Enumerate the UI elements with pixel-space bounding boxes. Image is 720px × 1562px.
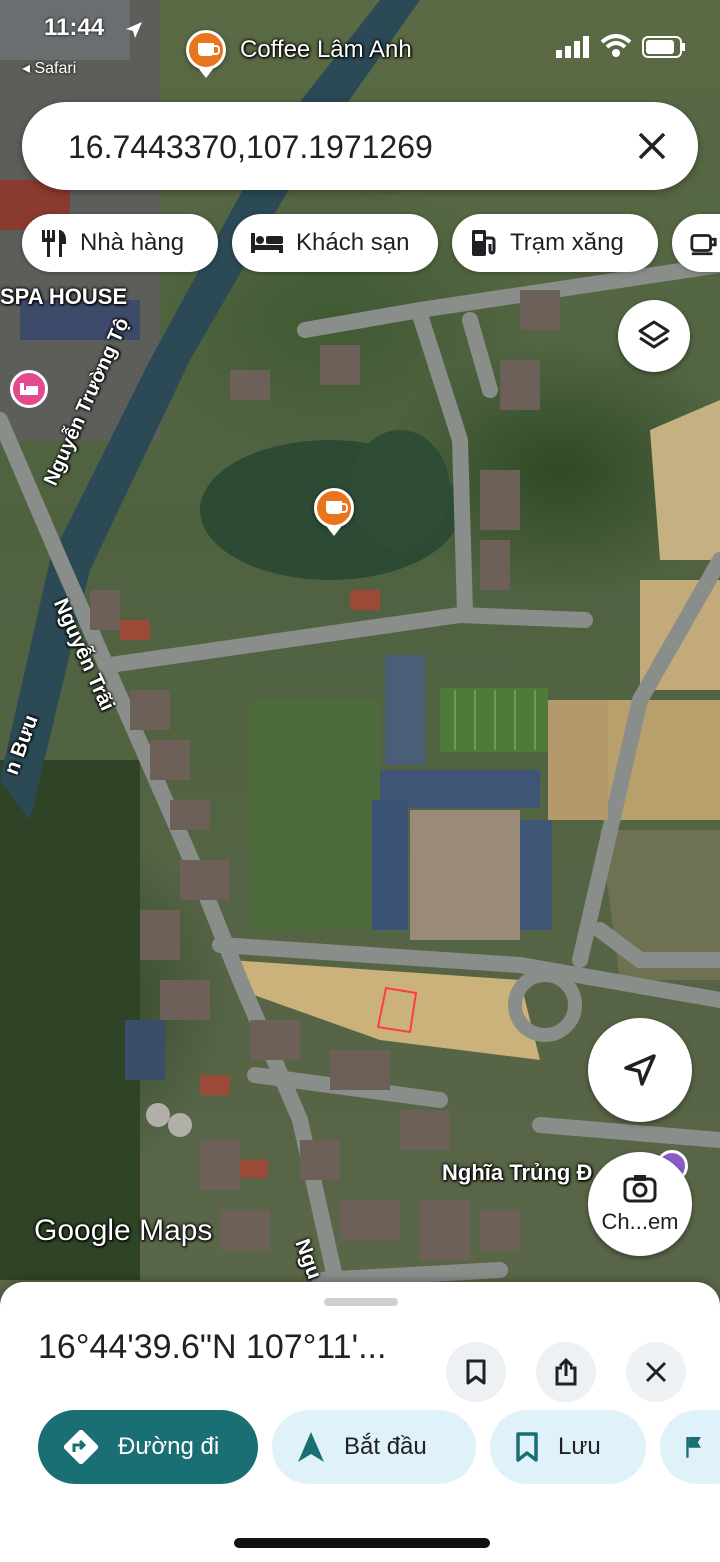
share-button[interactable] (536, 1342, 596, 1402)
restaurant-icon (42, 230, 67, 257)
hotel-icon (251, 233, 283, 253)
wifi-icon (600, 34, 632, 57)
spa-label: SPA HOUSE (0, 284, 128, 309)
chip-label: Trạm xăng (510, 229, 624, 256)
chip-restaurants[interactable]: Nhà hàng (22, 214, 218, 272)
flag-action-button[interactable] (660, 1410, 720, 1484)
chip-hotels[interactable]: Khách sạn (232, 214, 438, 272)
close-sheet-button[interactable] (626, 1342, 686, 1402)
search-bar[interactable]: 16.7443370,107.1971269 (22, 102, 698, 190)
camera-search-icon (623, 1175, 657, 1203)
bookmark-icon (466, 1359, 486, 1385)
place-sheet[interactable]: 16°44'39.6"N 107°11'... Đường đi Bắt đầu (0, 1282, 720, 1562)
back-to-safari-link[interactable]: ◂ Safari (22, 58, 76, 78)
coffee-pin-icon[interactable] (314, 488, 354, 536)
action-label: Lưu (558, 1433, 601, 1460)
cemetery-label: Nghĩa Trủng Đ (442, 1160, 593, 1185)
flag-icon (686, 1437, 701, 1458)
status-time: 11:44 (44, 14, 105, 41)
navigation-icon (298, 1432, 324, 1462)
action-label: Bắt đầu (344, 1433, 427, 1460)
close-icon (645, 1361, 667, 1383)
hotel-pin-icon[interactable] (10, 370, 48, 408)
layers-icon (638, 320, 670, 349)
my-location-button[interactable] (588, 1018, 692, 1122)
place-title: 16°44'39.6"N 107°11'... (38, 1328, 387, 1366)
coffee-icon (690, 234, 717, 256)
directions-button[interactable]: Đường đi (38, 1410, 258, 1484)
sheet-grabber[interactable] (324, 1298, 398, 1306)
directions-icon (63, 1429, 99, 1465)
lens-search-button[interactable]: Ch...em (588, 1152, 692, 1256)
cellular-signal-icon (556, 36, 589, 58)
chip-label: Nhà hàng (80, 229, 185, 256)
navigation-arrow-icon (624, 1054, 656, 1086)
chip-label: Khách sạn (296, 229, 410, 256)
lens-label: Ch...em (601, 1209, 679, 1234)
save-action-button[interactable]: Lưu (490, 1410, 646, 1484)
chip-gas-stations[interactable]: Trạm xăng (452, 214, 658, 272)
search-query-text[interactable]: 16.7443370,107.1971269 (68, 129, 433, 166)
share-icon (555, 1357, 577, 1386)
top-poi-label[interactable]: Coffee Lâm Anh (240, 36, 412, 64)
battery-icon (642, 36, 685, 58)
save-button[interactable] (446, 1342, 506, 1402)
location-arrow-icon (126, 22, 142, 38)
close-icon[interactable] (630, 124, 674, 168)
home-indicator[interactable] (234, 1538, 490, 1548)
coffee-top-pin-icon[interactable] (186, 30, 226, 78)
start-button[interactable]: Bắt đầu (272, 1410, 476, 1484)
gas-station-icon (472, 230, 496, 256)
google-maps-watermark: Google Maps (34, 1214, 213, 1247)
action-label: Đường đi (118, 1433, 220, 1460)
bookmark-icon (516, 1432, 538, 1462)
layers-button[interactable] (618, 300, 690, 372)
